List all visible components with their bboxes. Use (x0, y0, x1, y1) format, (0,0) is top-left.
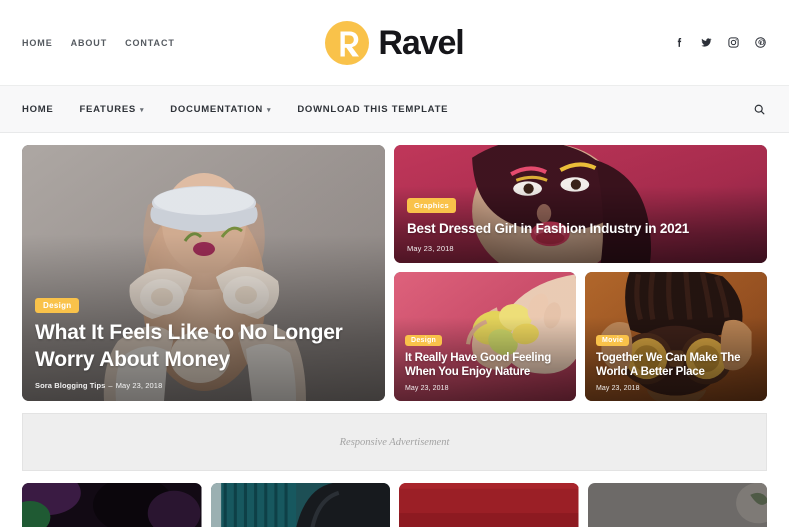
chevron-down-icon: ▾ (140, 106, 145, 114)
nav-item-download-this-template[interactable]: DOWNLOAD THIS TEMPLATE (297, 104, 448, 115)
featured-post-hero[interactable]: Design What It Feels Like to No Longer W… (22, 145, 385, 401)
featured-post-small-left[interactable]: Design It Really Have Good Feeling When … (394, 272, 576, 401)
next-post-card-4[interactable] (587, 483, 767, 527)
nav-item-documentation[interactable]: DOCUMENTATION ▾ (170, 104, 271, 115)
post-category-badge[interactable]: Design (405, 334, 443, 346)
nav-item-home-label: HOME (22, 103, 54, 115)
nav-item-home[interactable]: HOME (22, 104, 54, 115)
nav-item-features[interactable]: FEATURES ▾ (80, 104, 145, 115)
post-meta: Sora Blogging Tips – May 23, 2018 (35, 381, 372, 390)
top-nav-about[interactable]: ABOUT (71, 38, 108, 48)
post-body: Movie Together We Can Make The World A B… (585, 320, 767, 401)
featured-post-small-right[interactable]: Movie Together We Can Make The World A B… (585, 272, 767, 401)
post-body: Graphics Best Dressed Girl in Fashion In… (394, 185, 767, 263)
post-meta: May 23, 2018 (407, 244, 755, 253)
advertisement-box[interactable]: Responsive Advertisement (22, 413, 767, 471)
top-nav-contact[interactable]: CONTACT (125, 38, 175, 48)
top-navigation: HOME ABOUT CONTACT (22, 38, 175, 48)
nav-item-features-label: FEATURES (79, 103, 136, 115)
chevron-down-icon: ▾ (267, 106, 272, 114)
post-thumbnail (210, 483, 390, 527)
post-meta: May 23, 2018 (596, 385, 757, 392)
pinterest-icon[interactable] (753, 36, 767, 50)
post-category-badge[interactable]: Graphics (407, 197, 456, 213)
meta-separator: – (108, 381, 113, 390)
post-date: May 23, 2018 (405, 385, 449, 392)
post-category-badge[interactable]: Design (35, 298, 80, 314)
post-title[interactable]: Together We Can Make The World A Better … (596, 351, 757, 380)
post-thumbnail (399, 483, 579, 527)
post-meta: May 23, 2018 (405, 385, 566, 392)
search-icon[interactable] (751, 101, 767, 117)
nav-item-documentation-label: DOCUMENTATION (170, 103, 264, 115)
main-nav-items: HOME FEATURES ▾ DOCUMENTATION ▾ DOWNLOAD… (22, 104, 448, 115)
post-title[interactable]: It Really Have Good Feeling When You Enj… (405, 351, 566, 380)
main-navigation: HOME FEATURES ▾ DOCUMENTATION ▾ DOWNLOAD… (0, 85, 789, 133)
next-posts-row (0, 483, 789, 527)
post-body: Design It Really Have Good Feeling When … (394, 320, 576, 401)
post-date: May 23, 2018 (596, 385, 640, 392)
post-thumbnail (22, 483, 202, 527)
post-title[interactable]: Best Dressed Girl in Fashion Industry in… (407, 220, 755, 237)
facebook-icon[interactable] (672, 36, 686, 50)
next-post-card-3[interactable] (399, 483, 579, 527)
post-thumbnail (587, 483, 767, 527)
next-post-card-2[interactable] (210, 483, 390, 527)
advertisement-section: Responsive Advertisement (22, 413, 767, 471)
twitter-icon[interactable] (699, 36, 713, 50)
post-author[interactable]: Sora Blogging Tips (35, 381, 105, 390)
post-category-badge[interactable]: Movie (596, 334, 630, 346)
featured-post-wide[interactable]: Graphics Best Dressed Girl in Fashion In… (394, 145, 767, 263)
next-post-card-1[interactable] (22, 483, 202, 527)
main-content: Design What It Feels Like to No Longer W… (0, 133, 789, 471)
post-date: May 23, 2018 (115, 381, 163, 390)
post-title[interactable]: What It Feels Like to No Longer Worry Ab… (35, 320, 372, 374)
social-links (672, 36, 767, 50)
advertisement-label: Responsive Advertisement (339, 436, 450, 448)
featured-posts-grid: Design What It Feels Like to No Longer W… (22, 145, 767, 401)
top-nav-home[interactable]: HOME (22, 38, 53, 48)
logo-circle-r-icon (325, 20, 370, 65)
featured-bottom-row: Design It Really Have Good Feeling When … (394, 272, 767, 401)
site-header: HOME ABOUT CONTACT Ravel (0, 0, 789, 85)
featured-right-column: Graphics Best Dressed Girl in Fashion In… (394, 145, 767, 401)
nav-item-download-label: DOWNLOAD THIS TEMPLATE (297, 103, 449, 115)
post-body: Design What It Feels Like to No Longer W… (22, 283, 385, 401)
brand-name: Ravel (378, 23, 464, 62)
instagram-icon[interactable] (726, 36, 740, 50)
post-date: May 23, 2018 (407, 244, 454, 253)
